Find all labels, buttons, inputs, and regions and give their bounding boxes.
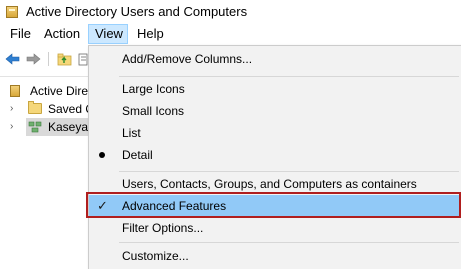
show-hide-tree-icon[interactable] — [78, 50, 88, 68]
menu-item-large-icons[interactable]: Large Icons — [89, 78, 461, 100]
menu-item-customize[interactable]: Customize... — [89, 245, 461, 267]
domain-icon — [28, 121, 42, 133]
app-window: Active Directory Users and Computers Fil… — [0, 0, 461, 269]
folder-icon — [28, 101, 42, 114]
back-arrow-icon[interactable] — [4, 50, 22, 68]
menu-help[interactable]: Help — [131, 24, 170, 44]
menu-item-filter-options[interactable]: Filter Options... — [89, 217, 461, 239]
menu-bar: File Action View Help — [0, 24, 461, 46]
active-directory-icon — [10, 85, 20, 97]
menu-item-label: Large Icons — [122, 82, 185, 96]
toolbar-separator — [48, 52, 49, 66]
tree-item-saved-queries[interactable]: › Saved Q — [10, 100, 95, 118]
menu-separator — [119, 242, 459, 243]
view-menu-dropdown: Add/Remove Columns... Large Icons Small … — [88, 45, 461, 269]
menu-separator — [119, 76, 459, 77]
forward-arrow-icon[interactable] — [24, 50, 42, 68]
menu-item-list[interactable]: List — [89, 122, 461, 144]
title-bar: Active Directory Users and Computers — [0, 0, 461, 24]
active-directory-app-icon — [6, 6, 18, 18]
menu-item-small-icons[interactable]: Small Icons — [89, 100, 461, 122]
menu-item-label: Filter Options... — [122, 221, 204, 235]
radio-bullet-icon — [99, 152, 105, 158]
up-folder-icon[interactable] — [56, 50, 74, 68]
chevron-right-icon[interactable]: › — [10, 103, 20, 115]
menu-item-detail[interactable]: Detail — [89, 144, 461, 166]
tree-item-domain[interactable]: › Kaseya. — [10, 118, 92, 136]
annotation-highlight-frame — [86, 192, 461, 218]
tree-item-label: Kaseya. — [48, 120, 92, 134]
menu-item-label: Add/Remove Columns... — [122, 52, 253, 66]
menu-view[interactable]: View — [88, 24, 128, 44]
tree-item-root[interactable]: Active Directo — [8, 82, 104, 100]
menu-item-label: Small Icons — [122, 104, 185, 118]
menu-item-label: Customize... — [122, 249, 189, 263]
chevron-right-icon[interactable]: › — [10, 121, 20, 133]
menu-item-label: List — [122, 126, 141, 140]
menu-file[interactable]: File — [4, 24, 37, 44]
menu-action[interactable]: Action — [38, 24, 86, 44]
console-tree: Active Directo › Saved Q › Kaseya. — [0, 76, 104, 269]
window-title: Active Directory Users and Computers — [26, 4, 248, 19]
menu-item-add-remove-columns[interactable]: Add/Remove Columns... — [89, 48, 461, 70]
menu-separator — [119, 171, 459, 172]
menu-item-label: Detail — [122, 148, 153, 162]
